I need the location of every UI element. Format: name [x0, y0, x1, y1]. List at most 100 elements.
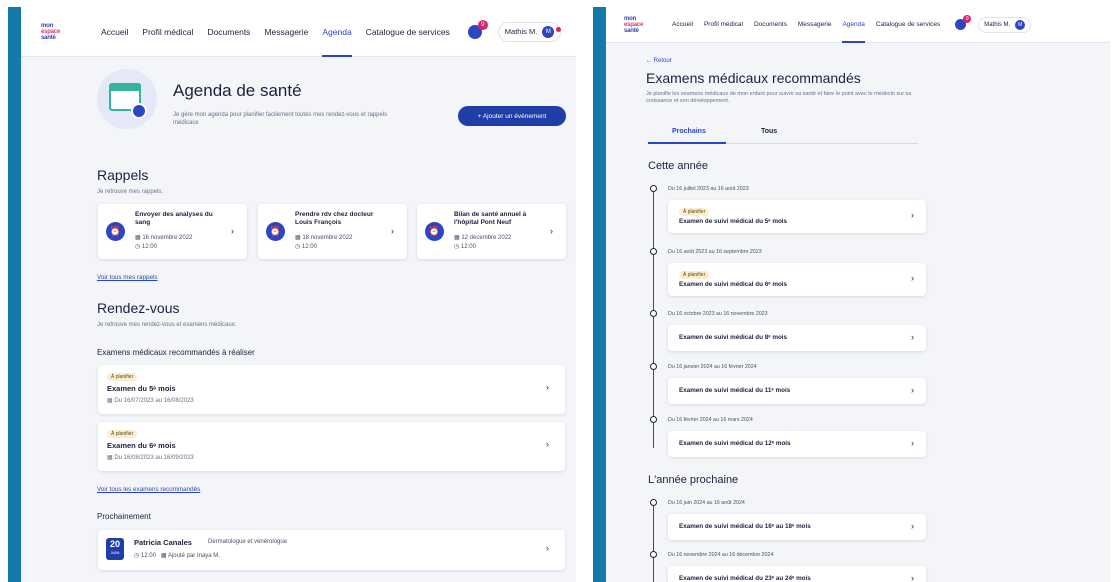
- reminder-date: ▦ 18 novembre 2022: [295, 235, 353, 241]
- logo-text-3: santé: [41, 34, 56, 41]
- appointments-title: Rendez-vous: [97, 300, 180, 316]
- user-menu[interactable]: Mathis M. M: [978, 16, 1032, 33]
- notifications-bell-icon[interactable]: 9: [467, 19, 488, 39]
- exam-card[interactable]: Examen de suivi médical du 11ᵉ mois ›: [668, 378, 926, 404]
- exam-dates: ▦ Du 16/08/2023 au 16/09/2023: [107, 455, 194, 461]
- upcoming-heading: Prochainement: [97, 512, 151, 521]
- nav-item-documents[interactable]: Documents: [207, 7, 250, 57]
- back-link[interactable]: ← Retour: [646, 58, 672, 64]
- user-status-dot: [556, 27, 561, 32]
- timeline-dates: Du 16 juin 2024 au 16 août 2024: [668, 500, 745, 506]
- reminder-time-text: 12:00: [141, 244, 157, 250]
- reminder-title: Prendre rdv chez docteur Louis François: [295, 211, 374, 226]
- exam-card[interactable]: À planifier Examen du 5ᵉ mois ▦ Du 16/07…: [98, 365, 565, 414]
- appointment-day: 20: [109, 539, 120, 549]
- page-description: Je gère mon agenda pour planifier facile…: [173, 112, 388, 126]
- notifications-bell-icon[interactable]: 9: [955, 15, 972, 30]
- avatar: M: [542, 25, 555, 38]
- nav-item-catalogue[interactable]: Catalogue de services: [876, 7, 940, 43]
- exam-card[interactable]: Examen de suivi médical du 8ᵉ mois ›: [668, 325, 926, 351]
- chevron-right-icon: ›: [911, 385, 914, 395]
- reminder-date-text: 18 novembre 2022: [302, 235, 353, 241]
- nav-item-messagerie[interactable]: Messagerie: [798, 7, 832, 43]
- mon-espace-sante-logo[interactable]: mon espace santé: [41, 21, 75, 43]
- appointment-time: ◷ 12:00 ▦ Ajouté par Inaya M.: [134, 553, 220, 559]
- user-name: Mathis M.: [504, 27, 538, 36]
- calendar-illustration-icon: [97, 69, 157, 129]
- see-all-exams-link[interactable]: Voir tous les examens recommandés: [97, 486, 200, 493]
- tab-tous[interactable]: Tous: [761, 128, 777, 135]
- reminder-date: ▦ 12 décembre 2022: [454, 235, 512, 241]
- add-event-button[interactable]: + Ajouter un événement: [458, 106, 566, 126]
- exam-card[interactable]: Examen de suivi médical du 23ᵉ au 24ᵉ mo…: [668, 566, 926, 582]
- status-badge: À planifier: [679, 208, 710, 216]
- chevron-right-icon: ›: [546, 382, 549, 392]
- nav-item-accueil[interactable]: Accueil: [672, 7, 693, 43]
- exam-tabs: Prochains Tous: [648, 125, 918, 144]
- reminders-title: Rappels: [97, 167, 149, 183]
- top-navigation: mon espace santé Accueil Profil médical …: [606, 7, 1110, 43]
- reminders-subtitle: Je retrouve mes rappels.: [97, 189, 164, 195]
- timeline-node: [650, 416, 657, 423]
- appointment-time-text: 12:00: [140, 553, 156, 559]
- nav-item-accueil[interactable]: Accueil: [101, 7, 128, 57]
- main-nav: Accueil Profil médical Documents Message…: [672, 7, 1032, 43]
- next-year-heading: L'année prochaine: [648, 474, 739, 486]
- main-nav: Accueil Profil médical Documents Message…: [101, 7, 562, 57]
- exam-card[interactable]: À planifier Examen de suivi médical du 6…: [668, 263, 926, 296]
- nav-item-catalogue[interactable]: Catalogue de services: [366, 7, 450, 57]
- exam-dates-text: Du 16/08/2023 au 16/09/2023: [114, 455, 194, 461]
- exam-title: Examen du 6ᵉ mois: [107, 441, 176, 450]
- timeline-dates: Du 16 février 2024 au 16 mars 2024: [668, 417, 753, 423]
- reminder-time: ◷ 12:00: [295, 244, 317, 250]
- reminder-time-text: 12:00: [460, 244, 476, 250]
- status-badge: À planifier: [107, 373, 138, 381]
- alarm-clock-icon: ⏰: [266, 222, 285, 241]
- active-tab-indicator: [648, 142, 726, 144]
- nav-item-messagerie[interactable]: Messagerie: [264, 7, 308, 57]
- tab-prochains[interactable]: Prochains: [672, 128, 706, 135]
- timeline-line: [653, 192, 654, 448]
- appointments-subtitle: Je retrouve mes rendez-vous et examens m…: [97, 322, 237, 328]
- agenda-hero: Agenda de santé Je gère mon agenda pour …: [97, 69, 507, 129]
- exam-dates-text: Du 16/07/2023 au 16/08/2023: [114, 398, 194, 404]
- nav-item-profil-medical[interactable]: Profil médical: [142, 7, 193, 57]
- user-menu[interactable]: Mathis M. M: [497, 21, 562, 42]
- chevron-right-icon: ›: [911, 273, 914, 283]
- exam-title: Examen du 5ᵉ mois: [107, 384, 176, 393]
- reminder-card[interactable]: ⏰ Bilan de santé annuel à l'hôpital Pont…: [417, 204, 566, 259]
- exam-title: Examen de suivi médical du 12ᵉ mois: [679, 440, 791, 447]
- timeline-node: [650, 499, 657, 506]
- exam-dates: ▦ Du 16/07/2023 au 16/08/2023: [107, 398, 194, 404]
- reminder-time: ◷ 12:00: [454, 244, 476, 250]
- timeline-node: [650, 551, 657, 558]
- reminder-card[interactable]: ⏰ Prendre rdv chez docteur Louis Françoi…: [258, 204, 407, 259]
- status-badge: À planifier: [679, 271, 710, 279]
- nav-item-documents[interactable]: Documents: [754, 7, 787, 43]
- see-all-reminders-link[interactable]: Voir tous mes rappels: [97, 274, 158, 281]
- exam-card[interactable]: À planifier Examen de suivi médical du 5…: [668, 200, 926, 233]
- recommended-exams-screen: mon espace santé Accueil Profil médical …: [593, 7, 1110, 582]
- nav-item-agenda[interactable]: Agenda: [322, 7, 353, 57]
- appointment-month: JUIN: [110, 550, 120, 555]
- page-title: Examens médicaux recommandés: [646, 70, 861, 86]
- chevron-right-icon: ›: [911, 438, 914, 448]
- user-name: Mathis M.: [984, 21, 1011, 28]
- added-by-text: Ajouté par Inaya M.: [167, 553, 220, 559]
- timeline-dates: Du 16 août 2023 au 16 septembre 2023: [668, 249, 762, 255]
- reminder-time-text: 12:00: [301, 244, 317, 250]
- alarm-clock-icon: ⏰: [425, 222, 444, 241]
- timeline-node: [650, 185, 657, 192]
- nav-item-profil-medical[interactable]: Profil médical: [704, 7, 743, 43]
- exam-card[interactable]: À planifier Examen du 6ᵉ mois ▦ Du 16/08…: [98, 422, 565, 471]
- exam-card[interactable]: Examen de suivi médical du 12ᵉ mois ›: [668, 431, 926, 457]
- nav-item-agenda[interactable]: Agenda: [842, 7, 866, 43]
- exam-card[interactable]: Examen de suivi médical du 16ᵉ au 18ᵉ mo…: [668, 514, 926, 540]
- appointment-card[interactable]: 20 JUIN Patricia Canales Dermatologue et…: [98, 530, 565, 570]
- exam-title: Examen de suivi médical du 5ᵉ mois: [679, 218, 788, 225]
- exam-title: Examen de suivi médical du 6ᵉ mois: [679, 281, 788, 288]
- reminder-card[interactable]: ⏰ Envoyer des analyses du sang ▦ 16 nove…: [98, 204, 247, 259]
- exam-title: Examen de suivi médical du 8ᵉ mois: [679, 334, 788, 341]
- this-year-heading: Cette année: [648, 160, 708, 172]
- mon-espace-sante-logo[interactable]: mon espace santé: [624, 14, 658, 36]
